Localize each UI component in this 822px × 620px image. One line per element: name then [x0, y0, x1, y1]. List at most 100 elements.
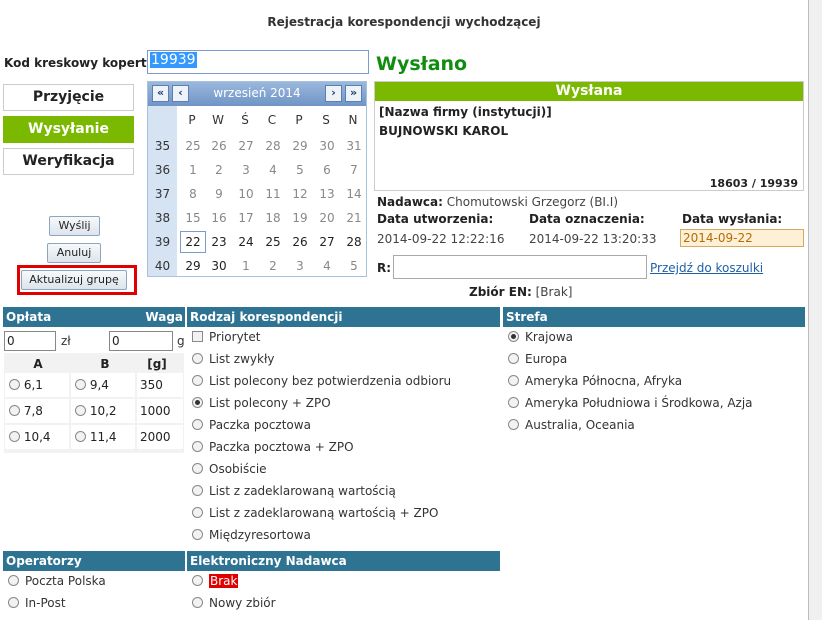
- go-to-folder-link[interactable]: Przejdź do koszulki: [650, 261, 763, 275]
- calendar-day[interactable]: 5: [287, 159, 313, 181]
- calendar-day[interactable]: 28: [260, 135, 286, 157]
- calendar-day[interactable]: 1: [180, 159, 206, 181]
- sent-date-input[interactable]: 2014-09-22: [680, 229, 804, 247]
- zone-option[interactable]: Ameryka Południowa i Środkowa, Azja: [508, 396, 753, 410]
- calendar-day[interactable]: 18: [260, 207, 286, 229]
- next-month-icon[interactable]: ›: [325, 85, 342, 102]
- zone-option[interactable]: Ameryka Północna, Afryka: [508, 374, 682, 388]
- zone-option[interactable]: Krajowa: [508, 330, 573, 344]
- calendar-day[interactable]: 19: [287, 207, 313, 229]
- size-a-radio[interactable]: [9, 431, 20, 442]
- update-group-button[interactable]: Aktualizuj grupę: [21, 270, 127, 290]
- calendar-day[interactable]: 23: [206, 231, 232, 253]
- calendar-day[interactable]: 4: [314, 255, 340, 277]
- mail-type-option[interactable]: Międzyresortowa: [192, 528, 311, 542]
- zone-option[interactable]: Europa: [508, 352, 567, 366]
- prev-month-icon[interactable]: ‹: [172, 85, 189, 102]
- calendar-day[interactable]: 25: [180, 135, 206, 157]
- calendar-day[interactable]: 12: [287, 183, 313, 205]
- operator-option[interactable]: In-Post: [8, 596, 66, 610]
- calendar-day[interactable]: 6: [314, 159, 340, 181]
- mail-type-radio[interactable]: [192, 397, 203, 408]
- mail-type-radio[interactable]: [192, 375, 203, 386]
- calendar-day[interactable]: 15: [180, 207, 206, 229]
- mail-type-option[interactable]: List polecony + ZPO: [192, 396, 331, 410]
- mail-type-radio[interactable]: [192, 419, 203, 430]
- size-b-radio[interactable]: [75, 405, 86, 416]
- mail-type-option[interactable]: List zwykły: [192, 352, 274, 366]
- calendar-day[interactable]: 2: [206, 159, 232, 181]
- nav-receive-button[interactable]: Przyjęcie: [3, 84, 134, 111]
- mail-type-option[interactable]: List z zadeklarowaną wartością + ZPO: [192, 506, 438, 520]
- calendar-day[interactable]: 26: [287, 231, 313, 253]
- calendar-day[interactable]: 30: [314, 135, 340, 157]
- calendar-day[interactable]: 27: [314, 231, 340, 253]
- mail-type-option[interactable]: List polecony bez potwierdzenia odbioru: [192, 374, 451, 388]
- calendar-day[interactable]: 17: [233, 207, 259, 229]
- r-input[interactable]: [393, 255, 647, 279]
- calendar-day[interactable]: 7: [341, 159, 367, 181]
- next-year-icon[interactable]: »: [345, 85, 362, 102]
- priority-checkbox[interactable]: [192, 331, 203, 342]
- e-sender-option[interactable]: Brak: [192, 574, 239, 588]
- calendar-day[interactable]: 14: [341, 183, 367, 205]
- mail-type-radio[interactable]: [192, 507, 203, 518]
- barcode-input[interactable]: 19939: [147, 50, 369, 74]
- calendar-day[interactable]: 24: [233, 231, 259, 253]
- calendar-day[interactable]: 29: [287, 135, 313, 157]
- operator-option[interactable]: Poczta Polska: [8, 574, 106, 588]
- calendar-day[interactable]: 31: [341, 135, 367, 157]
- e-sender-option[interactable]: Nowy zbiór: [192, 596, 276, 610]
- mail-type-option[interactable]: List z zadeklarowaną wartością: [192, 484, 396, 498]
- calendar-day[interactable]: 2: [260, 255, 286, 277]
- size-a-radio[interactable]: [9, 379, 20, 390]
- priority-option[interactable]: Priorytet: [192, 330, 260, 344]
- zone-option[interactable]: Australia, Oceania: [508, 418, 635, 432]
- nav-verify-button[interactable]: Weryfikacja: [3, 148, 134, 175]
- mail-type-radio[interactable]: [192, 441, 203, 452]
- calendar-day[interactable]: 30: [206, 255, 232, 277]
- mail-type-radio[interactable]: [192, 353, 203, 364]
- calendar-day[interactable]: 1: [233, 255, 259, 277]
- calendar-day[interactable]: 28: [341, 231, 367, 253]
- size-b-radio[interactable]: [75, 379, 86, 390]
- zone-radio[interactable]: [508, 331, 519, 342]
- fee-input[interactable]: 0: [4, 331, 56, 351]
- send-button[interactable]: Wyślij: [49, 216, 100, 236]
- calendar-day[interactable]: 13: [314, 183, 340, 205]
- calendar-day[interactable]: 11: [260, 183, 286, 205]
- calendar-day[interactable]: 26: [206, 135, 232, 157]
- weight-input[interactable]: 0: [109, 331, 173, 351]
- calendar-day[interactable]: 3: [233, 159, 259, 181]
- nav-send-button[interactable]: Wysyłanie: [3, 116, 134, 143]
- cancel-button[interactable]: Anuluj: [47, 243, 101, 263]
- calendar-day[interactable]: 27: [233, 135, 259, 157]
- calendar-day-today[interactable]: 22: [180, 231, 206, 253]
- calendar-day[interactable]: 3: [287, 255, 313, 277]
- size-b-radio[interactable]: [75, 431, 86, 442]
- mail-type-radio[interactable]: [192, 529, 203, 540]
- mail-type-option[interactable]: Osobiście: [192, 462, 267, 476]
- calendar-day[interactable]: 16: [206, 207, 232, 229]
- mail-type-radio[interactable]: [192, 463, 203, 474]
- calendar-day[interactable]: 4: [260, 159, 286, 181]
- operator-radio[interactable]: [8, 575, 19, 586]
- calendar-day[interactable]: 25: [260, 231, 286, 253]
- zone-radio[interactable]: [508, 397, 519, 408]
- size-a-radio[interactable]: [9, 405, 20, 416]
- zone-radio[interactable]: [508, 419, 519, 430]
- prev-year-icon[interactable]: «: [152, 85, 169, 102]
- calendar-day[interactable]: 29: [180, 255, 206, 277]
- calendar-day[interactable]: 8: [180, 183, 206, 205]
- operator-radio[interactable]: [8, 597, 19, 608]
- calendar-day[interactable]: 20: [314, 207, 340, 229]
- calendar-day[interactable]: 9: [206, 183, 232, 205]
- calendar-day[interactable]: 10: [233, 183, 259, 205]
- mail-type-option[interactable]: Paczka pocztowa: [192, 418, 311, 432]
- mail-type-option[interactable]: Paczka pocztowa + ZPO: [192, 440, 354, 454]
- zone-radio[interactable]: [508, 375, 519, 386]
- mail-type-radio[interactable]: [192, 485, 203, 496]
- e-sender-radio[interactable]: [192, 597, 203, 608]
- calendar-day[interactable]: 5: [341, 255, 367, 277]
- zone-radio[interactable]: [508, 353, 519, 364]
